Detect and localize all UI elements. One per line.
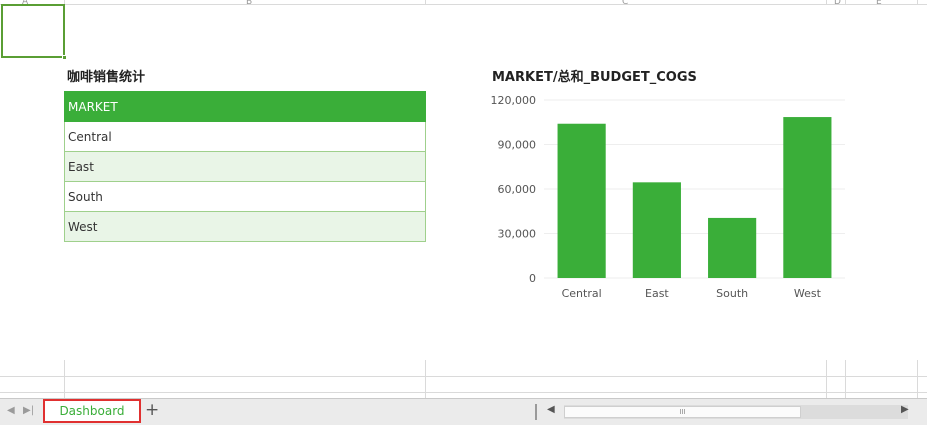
prev-sheet-icon[interactable]: ▶| (23, 405, 34, 416)
bar-east[interactable] (632, 182, 681, 278)
chart-title: MARKET/总和_BUDGET_COGS (492, 70, 697, 85)
x-tick-label: Central (562, 287, 602, 300)
gridline-row-1 (0, 376, 927, 377)
table-row[interactable]: East (64, 151, 426, 182)
tab-dashboard[interactable]: Dashboard (43, 399, 141, 423)
table-row[interactable]: South (64, 181, 426, 212)
selected-cell[interactable] (1, 4, 67, 60)
table-row[interactable]: West (64, 211, 426, 242)
horizontal-scrollbar[interactable]: ◀ III ▶ (536, 401, 918, 423)
y-tick-label: 30,000 (498, 228, 537, 241)
market-table: MARKET Central East South West (64, 91, 426, 242)
gridline-col-top-3 (826, 0, 827, 4)
scroll-thumb[interactable]: III (564, 406, 801, 418)
table-row[interactable]: Central (64, 121, 426, 152)
table-header-market[interactable]: MARKET (64, 91, 426, 122)
y-tick-label: 120,000 (491, 94, 537, 107)
scroll-left-icon[interactable]: ◀ (547, 404, 555, 415)
add-sheet-button[interactable]: + (145, 400, 159, 420)
x-tick-label: East (645, 287, 669, 300)
scroll-right-icon[interactable]: ▶ (901, 404, 909, 415)
x-tick-label: South (716, 287, 748, 300)
bar-south[interactable] (708, 217, 757, 278)
sheet-tab-bar: ◀ ▶| Dashboard + ◀ III ▶ (0, 398, 927, 425)
scroll-track[interactable]: III (564, 405, 908, 419)
gridline-row-2 (0, 392, 927, 393)
first-sheet-icon[interactable]: ◀ (7, 405, 15, 416)
gridline-header (0, 4, 927, 5)
bar-central[interactable] (557, 123, 606, 278)
dashboard-title: 咖啡销售统计 (67, 70, 146, 85)
gridline-col-top-5 (917, 0, 918, 4)
bar-west[interactable] (783, 117, 832, 278)
y-tick-label: 60,000 (498, 183, 537, 196)
bar-chart[interactable]: 0 30,000 60,000 90,000 120,000 Central East Sou… (488, 90, 858, 310)
gridline-col-top-4 (845, 0, 846, 4)
x-tick-label: West (794, 287, 822, 300)
gridline-col-top-2 (425, 0, 426, 4)
y-tick-label: 0 (529, 272, 536, 285)
spreadsheet-grid[interactable]: A B C D E 咖啡销售统计 MARKET Central East Sou… (0, 0, 927, 398)
y-tick-label: 90,000 (498, 139, 537, 152)
fill-handle[interactable] (62, 55, 67, 60)
